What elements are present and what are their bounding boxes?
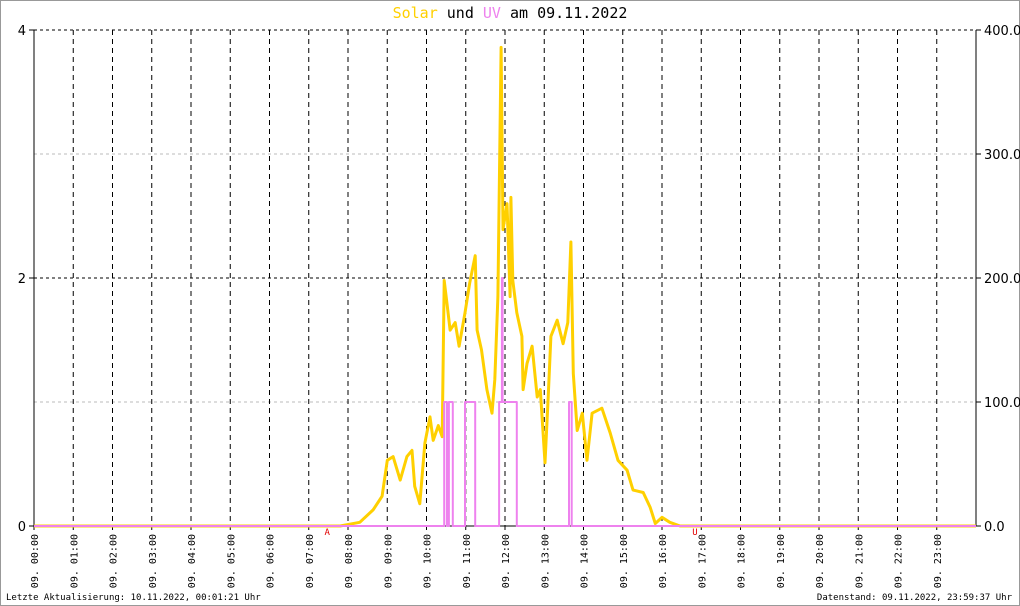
y-right-tick-label: 300.0: [984, 148, 1020, 163]
x-tick-label: 09. 17:00: [697, 534, 708, 588]
x-tick-label: 09. 00:00: [30, 534, 41, 588]
y-right-tick-label: 400.0: [984, 24, 1020, 39]
x-tick-label: 09. 23:00: [933, 534, 944, 588]
x-tick-label: 09. 07:00: [305, 534, 316, 588]
y-right-tick-label: 100.0: [984, 396, 1020, 411]
x-tick-label: 09. 21:00: [854, 534, 865, 588]
marker-u: U: [692, 528, 697, 538]
marker-a: A: [324, 528, 330, 538]
x-tick-label: 09. 22:00: [894, 534, 905, 588]
x-tick-label: 09. 05:00: [226, 534, 237, 588]
x-tick-label: 09. 02:00: [109, 534, 120, 588]
x-tick-label: 09. 06:00: [266, 534, 277, 588]
x-tick-label: 09. 12:00: [501, 534, 512, 588]
x-tick-label: 09. 04:00: [187, 534, 198, 588]
y-left-tick-label: 0: [18, 520, 26, 535]
x-tick-label: 09. 08:00: [344, 534, 355, 588]
x-tick-label: 09. 14:00: [580, 534, 591, 588]
data-timestamp: Datenstand: 09.11.2022, 23:59:37 Uhr: [816, 593, 1012, 603]
x-tick-label: 09. 20:00: [815, 534, 826, 588]
x-tick-label: 09. 15:00: [619, 534, 630, 588]
y-left-tick-label: 4: [18, 24, 26, 39]
x-tick-label: 09. 11:00: [462, 534, 473, 588]
x-tick-label: 09. 19:00: [776, 534, 787, 588]
x-tick-label: 09. 01:00: [69, 534, 80, 588]
y-right-tick-label: 0.0: [984, 520, 1005, 535]
x-tick-label: 09. 09:00: [383, 534, 394, 588]
x-tick-label: 09. 18:00: [737, 534, 748, 588]
last-update: Letzte Aktualisierung: 10.11.2022, 00:01…: [6, 593, 261, 603]
x-tick-label: 09. 03:00: [148, 534, 159, 588]
chart-svg: 09. 00:00 09. 01:00 09. 02:00 09. 03:00 09. …: [18, 24, 1020, 588]
x-tick-label: 09. 13:00: [540, 534, 551, 588]
y-right-tick-label: 200.0: [984, 272, 1020, 287]
y-left-tick-label: 2: [18, 272, 26, 287]
x-tick-label: 09. 16:00: [658, 534, 669, 588]
x-tick-label: 09. 10:00: [423, 534, 434, 588]
